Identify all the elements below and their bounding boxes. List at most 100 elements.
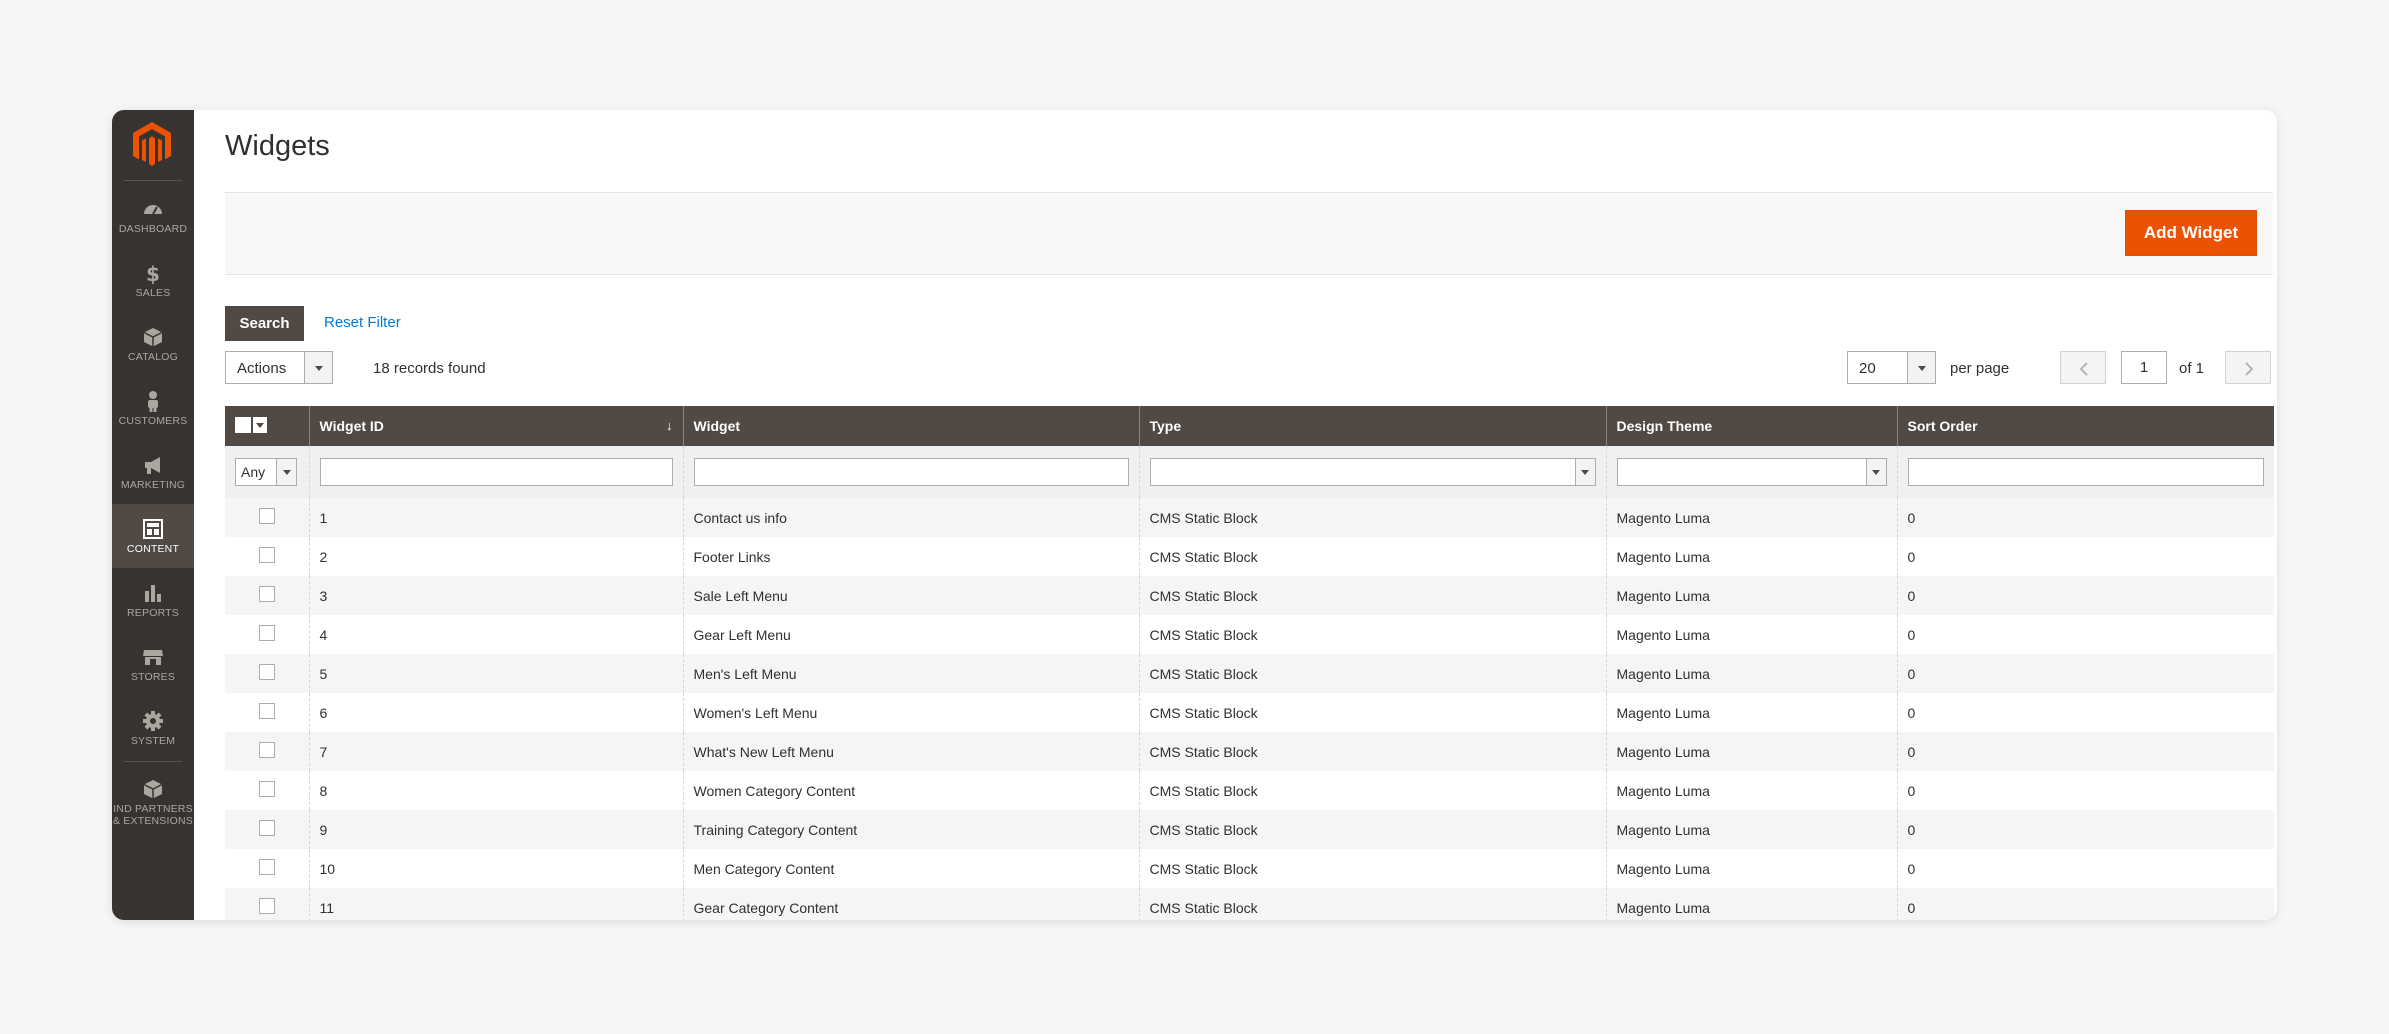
row-select-cell[interactable] bbox=[225, 498, 309, 537]
sidebar-item-catalog[interactable]: CATALOG bbox=[112, 312, 194, 376]
design-theme-cell: Magento Luma bbox=[1605, 771, 1897, 810]
row-checkbox[interactable] bbox=[258, 507, 275, 524]
row-select-cell[interactable] bbox=[225, 888, 309, 920]
box-icon bbox=[143, 328, 163, 347]
row-select-cell[interactable] bbox=[225, 693, 309, 732]
type-cell: CMS Static Block bbox=[1138, 576, 1606, 615]
type-cell: CMS Static Block bbox=[1138, 537, 1606, 576]
row-checkbox[interactable] bbox=[258, 702, 275, 719]
sidebar-item-content[interactable]: CONTENT bbox=[112, 504, 194, 568]
selection-filter-select[interactable]: Any bbox=[235, 458, 297, 486]
sidebar-item-stores[interactable]: STORES bbox=[112, 632, 194, 696]
column-header-sort-order[interactable]: Sort Order bbox=[1896, 406, 2274, 446]
page-total-label: of 1 bbox=[2179, 360, 2205, 377]
page-number-input[interactable] bbox=[2121, 351, 2167, 384]
design-theme-cell: Magento Luma bbox=[1605, 849, 1897, 888]
column-header-design-theme[interactable]: Design Theme bbox=[1605, 406, 1897, 446]
widget-title-cell: Training Category Content bbox=[682, 810, 1139, 849]
column-header-widget-id[interactable]: Widget ID ↓ bbox=[308, 406, 683, 446]
table-row[interactable]: 3 Sale Left Menu CMS Static Block Magento L… bbox=[225, 576, 2274, 615]
main-content: Widgets Add Widget Search Reset Filter A… bbox=[225, 110, 2274, 920]
table-row[interactable]: 8 Women Category Content CMS Static Block M… bbox=[225, 771, 2274, 810]
column-header-widget[interactable]: Widget bbox=[682, 406, 1139, 446]
widget-filter-input[interactable] bbox=[693, 458, 1129, 486]
row-checkbox[interactable] bbox=[258, 663, 275, 680]
widget-id-cell: 5 bbox=[308, 654, 683, 693]
widget-id-filter-input[interactable] bbox=[319, 458, 673, 486]
sort-order-filter-input[interactable] bbox=[1907, 458, 2264, 486]
admin-sidebar: DASHBOARD $ SALES CATALOG CUSTOMERS MARK… bbox=[112, 110, 194, 920]
design-theme-cell: Magento Luma bbox=[1605, 654, 1897, 693]
sidebar-item-system[interactable]: SYSTEM bbox=[112, 696, 194, 760]
widget-id-cell: 10 bbox=[308, 849, 683, 888]
table-row[interactable]: 4 Gear Left Menu CMS Static Block Magento L… bbox=[225, 615, 2274, 654]
row-checkbox[interactable] bbox=[258, 585, 275, 602]
type-cell: CMS Static Block bbox=[1138, 732, 1606, 771]
widget-title-cell: Men Category Content bbox=[682, 849, 1139, 888]
mass-actions-select[interactable]: Actions bbox=[225, 351, 333, 384]
previous-page-button[interactable] bbox=[2060, 351, 2106, 384]
table-row[interactable]: 11 Gear Category Content CMS Static Block M… bbox=[225, 888, 2274, 920]
mass-select-checkbox[interactable] bbox=[235, 417, 267, 435]
search-button[interactable]: Search bbox=[225, 306, 304, 341]
sidebar-item-marketing[interactable]: MARKETING bbox=[112, 440, 194, 504]
bar-chart-icon bbox=[145, 585, 161, 602]
design-theme-filter-select[interactable] bbox=[1616, 458, 1887, 486]
row-checkbox[interactable] bbox=[258, 741, 275, 758]
sidebar-item-label: & EXTENSIONS bbox=[112, 815, 193, 827]
sidebar-item-customers[interactable]: CUSTOMERS bbox=[112, 376, 194, 440]
row-checkbox[interactable] bbox=[258, 819, 275, 836]
row-checkbox[interactable] bbox=[258, 858, 275, 875]
sort-order-cell: 0 bbox=[1896, 849, 2274, 888]
table-row[interactable]: 5 Men's Left Menu CMS Static Block Magento … bbox=[225, 654, 2274, 693]
sidebar-item-sales[interactable]: $ SALES bbox=[112, 248, 194, 312]
row-checkbox[interactable] bbox=[258, 780, 275, 797]
type-filter-select[interactable] bbox=[1149, 458, 1596, 486]
sidebar-item-label: CATALOG bbox=[127, 351, 179, 363]
row-select-cell[interactable] bbox=[225, 771, 309, 810]
column-header-type[interactable]: Type bbox=[1138, 406, 1606, 446]
row-select-cell[interactable] bbox=[225, 810, 309, 849]
type-cell: CMS Static Block bbox=[1138, 810, 1606, 849]
store-icon bbox=[143, 650, 163, 665]
sidebar-item-label: DASHBOARD bbox=[118, 223, 188, 235]
row-checkbox[interactable] bbox=[258, 546, 275, 563]
design-theme-cell: Magento Luma bbox=[1605, 693, 1897, 732]
magento-logo-icon[interactable] bbox=[129, 120, 175, 168]
sort-order-cell: 0 bbox=[1896, 615, 2274, 654]
sort-order-cell: 0 bbox=[1896, 732, 2274, 771]
table-row[interactable]: 10 Men Category Content CMS Static Block Ma… bbox=[225, 849, 2274, 888]
svg-text:$: $ bbox=[146, 262, 160, 284]
sidebar-item-dashboard[interactable]: DASHBOARD bbox=[112, 184, 194, 248]
mass-select-header[interactable] bbox=[225, 406, 309, 446]
table-row[interactable]: 2 Footer Links CMS Static Block Magento Lum… bbox=[225, 537, 2274, 576]
row-checkbox[interactable] bbox=[258, 897, 275, 914]
add-widget-button[interactable]: Add Widget bbox=[2125, 210, 2257, 256]
row-select-cell[interactable] bbox=[225, 849, 309, 888]
design-theme-cell: Magento Luma bbox=[1605, 615, 1897, 654]
sidebar-item-label: SYSTEM bbox=[130, 735, 176, 747]
widget-id-cell: 7 bbox=[308, 732, 683, 771]
sort-order-cell: 0 bbox=[1896, 771, 2274, 810]
sidebar-item-partners-extensions[interactable]: IND PARTNERS & EXTENSIONS bbox=[112, 764, 194, 844]
row-select-cell[interactable] bbox=[225, 654, 309, 693]
design-theme-cell: Magento Luma bbox=[1605, 498, 1897, 537]
table-row[interactable]: 6 Women's Left Menu CMS Static Block Magent… bbox=[225, 693, 2274, 732]
reset-filter-link[interactable]: Reset Filter bbox=[324, 314, 401, 331]
table-row[interactable]: 1 Contact us info CMS Static Block Magento … bbox=[225, 498, 2274, 537]
row-select-cell[interactable] bbox=[225, 615, 309, 654]
sidebar-divider bbox=[124, 180, 182, 181]
row-select-cell[interactable] bbox=[225, 537, 309, 576]
widget-id-cell: 2 bbox=[308, 537, 683, 576]
per-page-select[interactable]: 20 bbox=[1847, 351, 1936, 384]
sort-order-cell: 0 bbox=[1896, 654, 2274, 693]
row-select-cell[interactable] bbox=[225, 576, 309, 615]
sidebar-item-reports[interactable]: REPORTS bbox=[112, 568, 194, 632]
table-row[interactable]: 7 What's New Left Menu CMS Static Block Mag… bbox=[225, 732, 2274, 771]
row-checkbox[interactable] bbox=[258, 624, 275, 641]
widget-title-cell: Contact us info bbox=[682, 498, 1139, 537]
chevron-down-icon bbox=[1865, 459, 1886, 485]
next-page-button[interactable] bbox=[2225, 351, 2271, 384]
row-select-cell[interactable] bbox=[225, 732, 309, 771]
table-row[interactable]: 9 Training Category Content CMS Static Blo… bbox=[225, 810, 2274, 849]
